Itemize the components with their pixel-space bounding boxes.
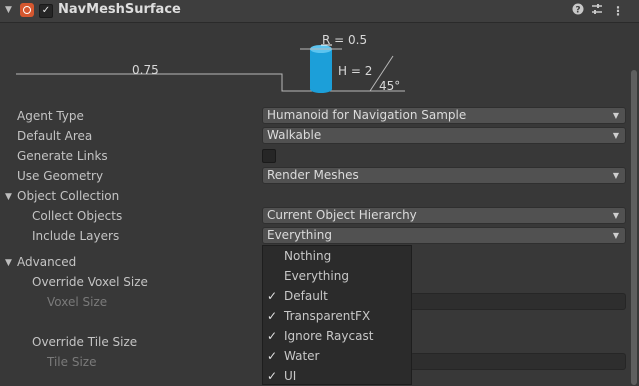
menu-item-label: Everything: [284, 269, 349, 283]
step-height-label: 0.75: [132, 63, 159, 77]
agent-type-label: Agent Type: [17, 109, 84, 123]
include-layers-dropdown[interactable]: Everything ▼: [262, 227, 626, 244]
check-icon: ✓: [267, 369, 278, 383]
svg-text:?: ?: [575, 6, 580, 16]
tile-size-field[interactable]: [410, 353, 626, 370]
default-area-value: Walkable: [267, 128, 322, 142]
default-area-label: Default Area: [17, 129, 93, 143]
override-voxel-size-label: Override Voxel Size: [32, 275, 148, 289]
presets-icon[interactable]: [591, 3, 603, 18]
override-tile-size-label: Override Tile Size: [32, 335, 138, 349]
voxel-size-label: Voxel Size: [47, 295, 108, 309]
use-geometry-value: Render Meshes: [267, 168, 359, 182]
component-enabled-checkbox[interactable]: ✓: [39, 4, 53, 18]
menu-item-water[interactable]: ✓ Water: [263, 346, 411, 366]
slope-label: 45°: [379, 79, 400, 93]
default-area-dropdown[interactable]: Walkable ▼: [262, 127, 626, 144]
navmesh-surface-icon: [20, 3, 34, 17]
chevron-down-icon: ▼: [612, 111, 619, 120]
menu-item-default[interactable]: ✓ Default: [263, 286, 411, 306]
check-icon: ✓: [267, 349, 278, 363]
menu-item-label: Nothing: [284, 249, 332, 263]
menu-item-everything[interactable]: Everything: [263, 266, 411, 286]
collect-objects-dropdown[interactable]: Current Object Hierarchy ▼: [262, 207, 626, 224]
object-collection-header[interactable]: Object Collection: [17, 189, 119, 203]
menu-item-nothing[interactable]: Nothing: [263, 246, 411, 266]
chevron-down-icon: ▼: [612, 231, 619, 240]
collapse-arrow-icon[interactable]: ▼: [5, 5, 12, 15]
agent-type-dropdown[interactable]: Humanoid for Navigation Sample ▼: [262, 107, 626, 124]
include-layers-value: Everything: [267, 228, 332, 242]
radius-label: R = 0.5: [322, 33, 367, 47]
object-collection-fold-icon[interactable]: ▼: [5, 192, 12, 202]
use-geometry-label: Use Geometry: [17, 169, 104, 183]
include-layers-label: Include Layers: [32, 229, 120, 243]
menu-item-label: Ignore Raycast: [284, 329, 374, 343]
collect-objects-label: Collect Objects: [32, 209, 123, 223]
tile-size-label: Tile Size: [47, 355, 97, 369]
component-title: NavMeshSurface: [58, 2, 181, 17]
agent-cylinder: [310, 49, 332, 89]
menu-item-ui[interactable]: ✓ UI: [263, 366, 411, 386]
menu-item-label: Default: [284, 289, 328, 303]
advanced-fold-icon[interactable]: ▼: [5, 258, 12, 268]
agent-diagram: R = 0.5 H = 2 0.75 45°: [16, 33, 405, 93]
help-icon[interactable]: ?: [572, 3, 584, 18]
collect-objects-value: Current Object Hierarchy: [267, 208, 417, 222]
menu-item-label: Water: [284, 349, 320, 363]
menu-item-label: UI: [284, 369, 297, 383]
menu-item-ignore-raycast[interactable]: ✓ Ignore Raycast: [263, 326, 411, 346]
use-geometry-dropdown[interactable]: Render Meshes ▼: [262, 167, 626, 184]
component-header[interactable]: ▼ ✓ NavMeshSurface ? ⋮: [0, 0, 639, 23]
check-icon: ✓: [267, 309, 278, 323]
menu-item-label: TransparentFX: [284, 309, 371, 323]
agent-type-value: Humanoid for Navigation Sample: [267, 108, 467, 122]
voxel-size-field[interactable]: [410, 293, 626, 310]
check-icon: ✓: [267, 329, 278, 343]
chevron-down-icon: ▼: [612, 211, 619, 220]
generate-links-label: Generate Links: [17, 149, 108, 163]
scrollbar[interactable]: [631, 70, 637, 385]
chevron-down-icon: ▼: [612, 171, 619, 180]
kebab-menu-icon[interactable]: ⋮: [612, 4, 624, 18]
include-layers-menu: Nothing Everything ✓ Default ✓ Transparent…: [262, 245, 412, 385]
menu-item-transparentfx[interactable]: ✓ TransparentFX: [263, 306, 411, 326]
height-label: H = 2: [338, 64, 372, 78]
check-icon: ✓: [267, 289, 278, 303]
advanced-header[interactable]: Advanced: [17, 255, 76, 269]
chevron-down-icon: ▼: [612, 131, 619, 140]
generate-links-checkbox[interactable]: [262, 149, 276, 163]
